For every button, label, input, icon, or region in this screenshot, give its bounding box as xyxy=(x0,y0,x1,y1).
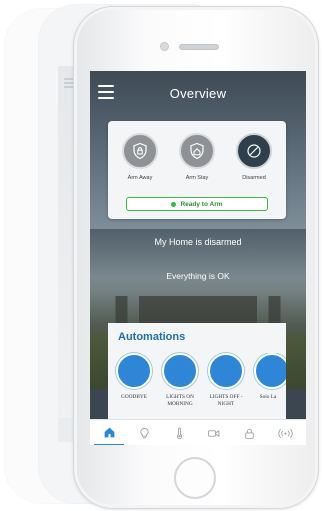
tab-lights[interactable] xyxy=(129,420,159,445)
arm-away-label: Arm Away xyxy=(127,175,153,181)
thermometer-icon xyxy=(176,427,182,439)
home-status-main: My Home is disarmed xyxy=(154,237,242,247)
phone-frame: Overview Arm Away Arm Stay Disarmed Read… xyxy=(73,6,319,509)
lightbulb-icon xyxy=(139,427,149,438)
automation-lights-on-morning[interactable]: LIGHTS ON MORNING xyxy=(158,353,202,408)
automation-circle xyxy=(254,353,286,389)
tab-home[interactable] xyxy=(94,420,124,445)
earpiece-speaker xyxy=(179,44,219,50)
tab-video[interactable] xyxy=(199,420,229,445)
home-button[interactable] xyxy=(174,457,216,499)
automation-label: LIGHTS OFF - NIGHT xyxy=(209,394,243,408)
disarmed-label: Disarmed xyxy=(242,175,266,181)
arm-mode-card: Arm Away Arm Stay Disarmed Ready to Arm xyxy=(108,121,286,219)
automation-circle xyxy=(116,353,152,389)
page-title: Overview xyxy=(169,86,227,101)
arm-away-button[interactable]: Arm Away xyxy=(118,133,162,181)
arm-stay-circle xyxy=(179,133,215,169)
automation-circle xyxy=(208,353,244,389)
automation-label: LIGHTS ON MORNING xyxy=(166,394,194,408)
ready-to-arm-text: Ready to Arm xyxy=(180,200,223,208)
home-status-sub: Everything is OK xyxy=(166,271,230,281)
automation-label: Solo La xyxy=(259,394,277,400)
automation-lights-off-night[interactable]: LIGHTS OFF - NIGHT xyxy=(204,353,248,408)
home-shield-icon xyxy=(190,142,204,160)
video-camera-icon xyxy=(208,429,220,437)
app-header: Overview xyxy=(90,71,306,115)
ready-to-arm-badge: Ready to Arm xyxy=(126,197,268,211)
disarmed-icon xyxy=(247,144,261,158)
tab-climate[interactable] xyxy=(164,420,194,445)
automations-title: Automations xyxy=(118,331,186,343)
app-screen: Overview Arm Away Arm Stay Disarmed Read… xyxy=(90,71,306,445)
arm-stay-label: Arm Stay xyxy=(185,175,209,181)
tab-locks[interactable] xyxy=(234,420,264,445)
lock-icon xyxy=(244,428,254,439)
automations-panel: Automations GOODBYE LIGHTS ON MORNING LI… xyxy=(108,323,286,423)
automation-goodbye[interactable]: GOODBYE xyxy=(112,353,156,401)
automation-circle xyxy=(162,353,198,389)
disarmed-circle xyxy=(236,133,272,169)
status-dot-icon xyxy=(171,201,177,207)
automation-solo[interactable]: Solo La xyxy=(250,353,286,401)
arm-stay-button[interactable]: Arm Stay xyxy=(175,133,219,181)
front-camera xyxy=(160,42,169,51)
arm-away-circle xyxy=(122,133,158,169)
disarmed-button[interactable]: Disarmed xyxy=(232,133,276,181)
automation-label: GOODBYE xyxy=(121,394,147,400)
bottom-tab-bar xyxy=(90,419,306,445)
tab-sensors[interactable] xyxy=(270,420,300,445)
lock-shield-icon xyxy=(133,142,147,160)
wireless-signal-icon xyxy=(277,428,293,438)
home-icon xyxy=(104,427,114,437)
